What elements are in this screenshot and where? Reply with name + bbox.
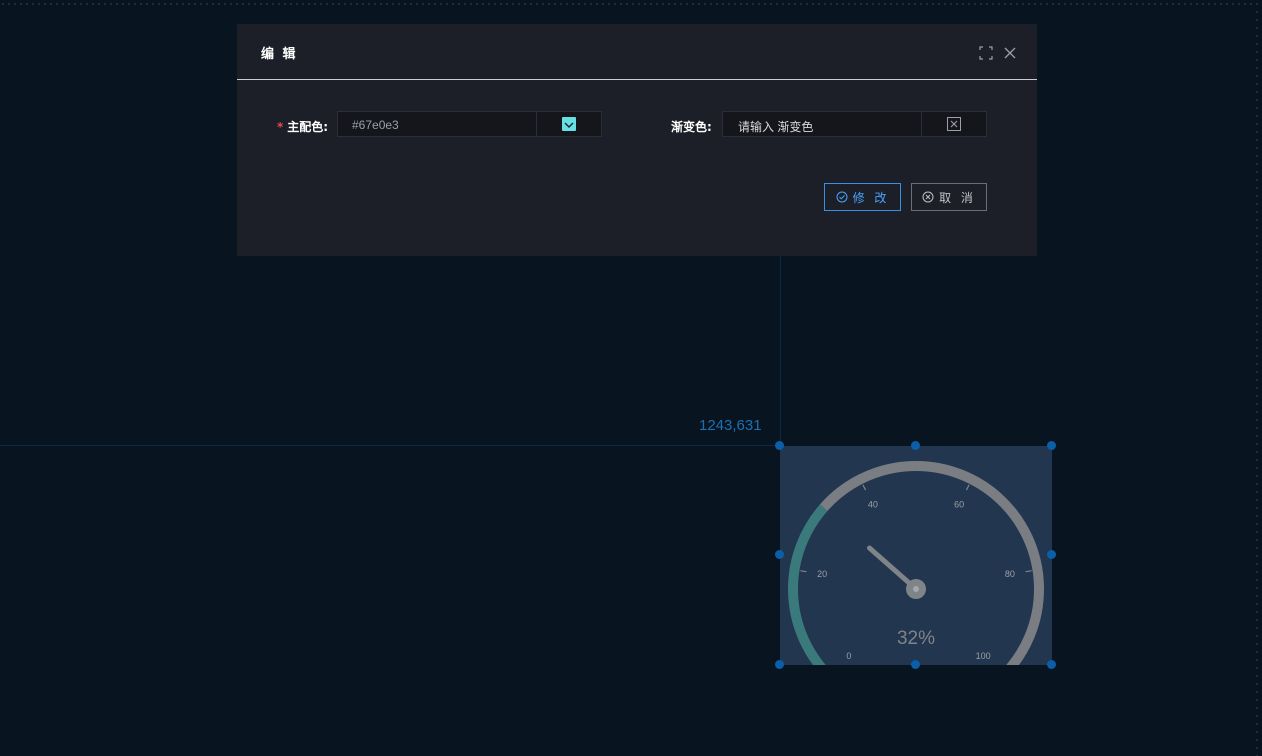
gauge-tick-label: 60 — [954, 499, 964, 509]
primary-color-field[interactable]: #67e0e3 — [337, 111, 602, 137]
cancel-button[interactable]: 取 消 — [911, 183, 987, 211]
gauge-tick-mark — [965, 484, 970, 491]
gauge-tick-label: 20 — [817, 569, 827, 579]
primary-color-picker[interactable] — [536, 112, 601, 136]
guide-line-vertical — [780, 255, 781, 445]
resize-handle-top[interactable] — [911, 441, 920, 450]
gauge-tick-label: 0 — [846, 651, 851, 661]
resize-handle-top-right[interactable] — [1047, 441, 1056, 450]
ruler-dots-top — [0, 3, 1262, 5]
gauge-needle-hub-center — [913, 586, 919, 592]
submit-button-label: 修 改 — [852, 190, 890, 205]
color-swatch — [562, 117, 576, 131]
submit-button[interactable]: 修 改 — [824, 183, 901, 211]
resize-handle-right[interactable] — [1047, 550, 1056, 559]
edit-dialog: 编 辑 * 主配色: #67e0e3 渐变色: 请输入 渐变色 修 改 取 消 — [237, 24, 1037, 256]
gauge-widget[interactable]: 0 20 40 60 80 100 32% — [780, 446, 1052, 665]
check-circle-icon — [836, 191, 848, 203]
gauge-tick-mark — [862, 484, 867, 491]
gauge-tick-label: 100 — [976, 651, 991, 661]
resize-handle-bottom-right[interactable] — [1047, 660, 1056, 669]
primary-color-label-text: 主配色: — [287, 120, 329, 134]
primary-color-value: #67e0e3 — [352, 118, 399, 132]
cancel-button-label: 取 消 — [939, 190, 976, 205]
resize-handle-left[interactable] — [775, 550, 784, 559]
primary-color-label: * 主配色: — [277, 118, 328, 135]
dialog-header: 编 辑 — [237, 24, 1037, 80]
guide-line-horizontal — [0, 445, 780, 446]
gradient-color-field[interactable]: 请输入 渐变色 — [722, 111, 987, 137]
resize-handle-top-left[interactable] — [775, 441, 784, 450]
chevron-down-icon — [564, 122, 574, 128]
gauge-chart: 0 20 40 60 80 100 32% — [788, 461, 1044, 665]
gauge-tick-label: 80 — [1005, 569, 1015, 579]
ruler-dots-right — [1252, 0, 1262, 756]
gauge-value-label: 32% — [897, 628, 935, 649]
resize-handle-bottom-left[interactable] — [775, 660, 784, 669]
coordinate-readout: 1243,631 — [699, 417, 762, 434]
fullscreen-icon[interactable] — [979, 45, 993, 60]
gradient-color-placeholder: 请输入 渐变色 — [738, 120, 814, 134]
close-circle-icon — [922, 191, 934, 203]
gauge-tick-mark — [800, 570, 807, 573]
dialog-title: 编 辑 — [261, 47, 298, 62]
gauge-tick-label: 40 — [868, 499, 878, 509]
close-icon[interactable] — [1003, 45, 1017, 59]
empty-color-icon — [947, 117, 961, 131]
gauge-progress-arc — [788, 504, 828, 665]
gradient-color-picker[interactable] — [921, 112, 986, 136]
gauge-tick-mark — [1025, 570, 1032, 573]
gradient-color-label: 渐变色: — [671, 120, 712, 134]
required-mark: * — [277, 120, 284, 134]
resize-handle-bottom[interactable] — [911, 660, 920, 669]
